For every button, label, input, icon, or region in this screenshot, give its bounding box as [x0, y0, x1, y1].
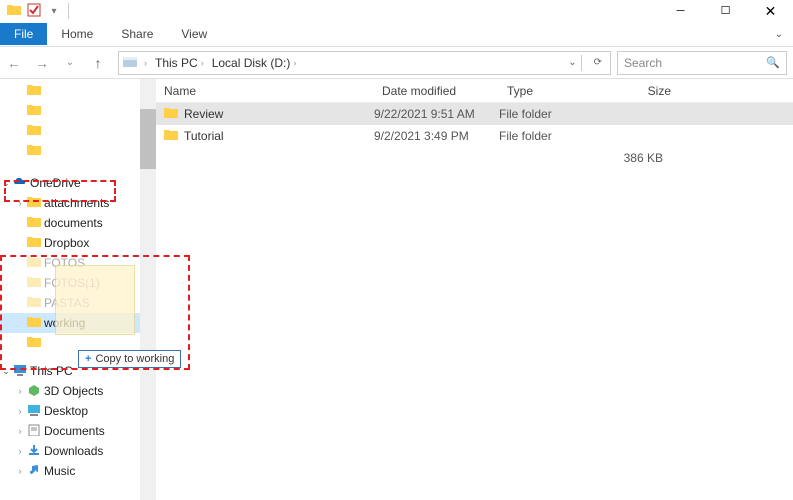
column-name[interactable]: Name	[156, 84, 374, 98]
tab-file[interactable]: File	[0, 23, 47, 45]
tree-item-downloads[interactable]: ›Downloads	[0, 441, 140, 461]
refresh-button[interactable]: ⟳	[590, 57, 606, 68]
breadcrumb-root[interactable]: ›	[137, 58, 151, 68]
breadcrumb-local-disk[interactable]: Local Disk (D:)›	[208, 56, 301, 70]
drag-ghost	[55, 265, 135, 335]
tree-item[interactable]	[0, 121, 140, 141]
forward-button[interactable]: →	[28, 55, 56, 71]
tree-scrollbar[interactable]	[140, 79, 156, 500]
file-date: 9/22/2021 9:51 AM	[374, 107, 499, 121]
folder-icon	[156, 129, 184, 143]
up-button[interactable]: ↑	[84, 55, 112, 71]
tree-item-attachments[interactable]: ›attachments	[0, 193, 140, 213]
properties-icon[interactable]	[24, 3, 44, 20]
tree-item[interactable]	[0, 101, 140, 121]
file-type: File folder	[499, 107, 599, 121]
tab-view[interactable]: View	[167, 23, 221, 45]
tree-item-dropbox[interactable]: Dropbox	[0, 233, 140, 253]
file-name: Tutorial	[184, 129, 374, 143]
title-bar: ▾ ─ ☐ ✕	[0, 0, 793, 22]
plus-icon: +	[85, 353, 91, 365]
file-type: File folder	[499, 129, 599, 143]
tree-item-3d-objects[interactable]: ›3D Objects	[0, 381, 140, 401]
drag-tooltip-text: Copy to working	[95, 353, 174, 365]
file-row-tutorial[interactable]: Tutorial 9/2/2021 3:49 PM File folder	[156, 125, 793, 147]
address-bar[interactable]: › This PC› Local Disk (D:)› ⌄ ⟳	[118, 51, 611, 75]
tree-item-documents-lib[interactable]: ›Documents	[0, 421, 140, 441]
ribbon-collapse-icon[interactable]: ⌄	[775, 29, 793, 40]
column-type[interactable]: Type	[499, 84, 599, 98]
tree-item-music[interactable]: ›Music	[0, 461, 140, 481]
tree-item[interactable]	[0, 81, 140, 101]
column-size[interactable]: Size	[599, 84, 679, 98]
tree-item-desktop[interactable]: ›Desktop	[0, 401, 140, 421]
qat-dropdown-icon[interactable]: ▾	[44, 6, 64, 17]
tab-share[interactable]: Share	[107, 23, 167, 45]
column-date[interactable]: Date modified	[374, 84, 499, 98]
separator	[68, 3, 69, 19]
address-dropdown-icon[interactable]: ⌄	[564, 57, 580, 68]
folder-icon	[4, 4, 24, 18]
tree-item-documents[interactable]: documents	[0, 213, 140, 233]
close-button[interactable]: ✕	[748, 0, 793, 22]
breadcrumb-this-pc[interactable]: This PC›	[151, 56, 208, 70]
back-button[interactable]: ←	[0, 55, 28, 71]
recent-locations-dropdown[interactable]: ⌄	[56, 57, 84, 68]
file-name: Review	[184, 107, 374, 121]
nav-bar: ← → ⌄ ↑ › This PC› Local Disk (D:)› ⌄ ⟳ …	[0, 47, 793, 79]
tree-item-onedrive[interactable]: ⌄OneDrive	[0, 173, 140, 193]
maximize-button[interactable]: ☐	[703, 0, 748, 22]
tab-home[interactable]: Home	[47, 23, 107, 45]
file-date: 9/2/2021 3:49 PM	[374, 129, 499, 143]
drag-tooltip: + Copy to working	[78, 350, 181, 368]
search-input[interactable]: Search 🔍	[617, 51, 787, 75]
tree-item[interactable]	[0, 141, 140, 161]
folder-icon	[156, 107, 184, 121]
drive-icon	[123, 56, 137, 70]
window-controls: ─ ☐ ✕	[658, 0, 793, 22]
search-placeholder: Search	[624, 56, 662, 70]
ribbon-tabs: File Home Share View ⌄	[0, 22, 793, 47]
file-list: Name Date modified Type Size Review 9/22…	[156, 79, 793, 500]
scrollbar-thumb[interactable]	[140, 109, 156, 169]
summary-size: 386 KB	[599, 151, 679, 165]
file-row-review[interactable]: Review 9/22/2021 9:51 AM File folder	[156, 103, 793, 125]
list-header: Name Date modified Type Size	[156, 79, 793, 103]
minimize-button[interactable]: ─	[658, 0, 703, 22]
search-icon[interactable]: 🔍	[766, 56, 780, 69]
summary-row: 386 KB	[156, 147, 793, 169]
